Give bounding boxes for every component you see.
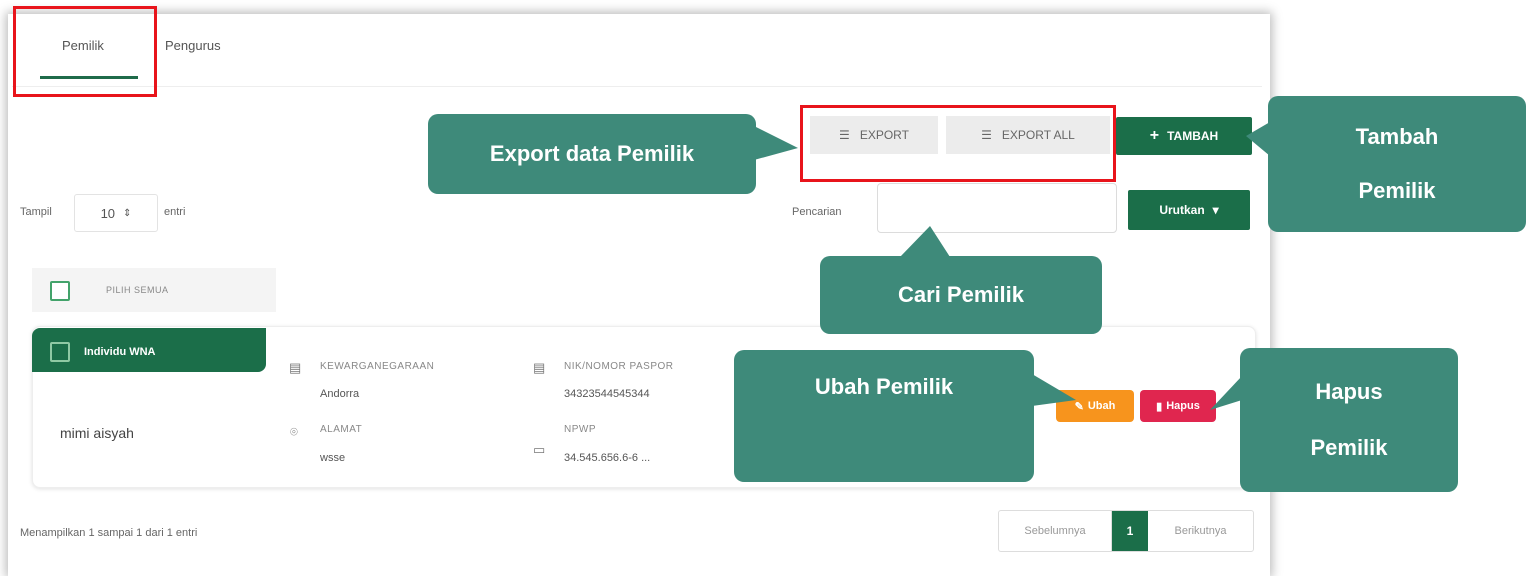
prev-page-button[interactable]: Sebelumnya <box>999 511 1112 551</box>
callout-hapus-line1: Hapus <box>1315 379 1383 404</box>
field-value-npwp: 34.545.656.6-6 ... <box>564 452 651 464</box>
callout-cari-text: Cari Pemilik <box>898 282 1024 307</box>
callout-ubah-pointer <box>1032 374 1076 406</box>
tambah-label: TAMBAH <box>1167 129 1219 143</box>
field-value-address: wsse <box>320 452 346 464</box>
chevron-down-icon: ▾ <box>1212 203 1219 217</box>
highlight-export-box <box>800 105 1116 182</box>
highlight-tab-box <box>13 6 157 97</box>
trash-icon: ▮ <box>1156 400 1163 413</box>
callout-tambah-line1: Tambah <box>1355 124 1439 149</box>
record-checkbox[interactable] <box>50 342 70 362</box>
field-label-passport: NIK/NOMOR PASPOR <box>564 361 674 372</box>
page-1-button[interactable]: 1 <box>1112 511 1148 551</box>
tab-divider <box>12 86 1262 87</box>
edit-label: Ubah <box>1087 400 1116 412</box>
page-size-select[interactable]: 10 ⇕ <box>74 194 158 232</box>
callout-hapus-pointer <box>1210 376 1242 410</box>
search-label: Pencarian <box>792 206 842 218</box>
tambah-button[interactable]: + TAMBAH <box>1116 117 1252 155</box>
id-card-icon: ▤ <box>289 360 302 375</box>
callout-cari-pointer <box>900 226 950 257</box>
pagination: Sebelumnya 1 Berikutnya <box>998 510 1254 552</box>
delete-label: Hapus <box>1166 400 1200 412</box>
select-all-label: PILIH SEMUA <box>106 285 169 295</box>
callout-hapus-line2: Pemilik <box>1310 435 1388 460</box>
id-card-icon: ▤ <box>533 360 546 375</box>
field-label-address: ALAMAT <box>320 424 363 435</box>
field-value-passport: 34323544545344 <box>564 388 650 400</box>
callout-ubah-text: Ubah Pemilik <box>814 374 954 399</box>
entries-label: entri <box>164 206 186 218</box>
callout-ubah: Ubah Pemilik <box>734 350 1076 482</box>
callout-export: Export data Pemilik <box>428 114 798 194</box>
field-value-nationality: Andorra <box>320 388 360 400</box>
field-label-npwp: NPWP <box>564 424 596 435</box>
map-pin-icon: ⌾ <box>290 424 298 439</box>
type-badge-label: Individu WNA <box>84 346 156 358</box>
tab-pengurus[interactable]: Pengurus <box>165 38 221 53</box>
callout-cari: Cari Pemilik <box>820 226 1102 334</box>
show-label: Tampil <box>20 206 52 218</box>
updown-icon: ⇕ <box>123 207 132 219</box>
owner-name: mimi aisyah <box>60 425 134 441</box>
sort-dropdown[interactable]: Urutkan ▾ <box>1128 190 1250 230</box>
callout-tambah-pointer <box>1246 122 1270 156</box>
field-label-nationality: KEWARGANEGARAAN <box>320 361 435 372</box>
card-icon: ▭ <box>533 442 546 457</box>
callout-tambah-line2: Pemilik <box>1358 178 1436 203</box>
callout-export-text: Export data Pemilik <box>489 141 695 166</box>
next-page-button[interactable]: Berikutnya <box>1148 511 1253 551</box>
delete-button[interactable]: ▮ Hapus <box>1140 390 1216 422</box>
callout-export-pointer <box>754 126 798 160</box>
sort-label: Urutkan <box>1159 203 1205 217</box>
select-all-checkbox[interactable] <box>50 281 70 301</box>
plus-icon: + <box>1149 127 1160 144</box>
page-size-value: 10 <box>100 205 116 221</box>
callout-hapus: Hapus Pemilik <box>1210 348 1458 492</box>
callout-tambah: Tambah Pemilik <box>1246 96 1526 232</box>
entries-info: Menampilkan 1 sampai 1 dari 1 entri <box>20 527 198 539</box>
